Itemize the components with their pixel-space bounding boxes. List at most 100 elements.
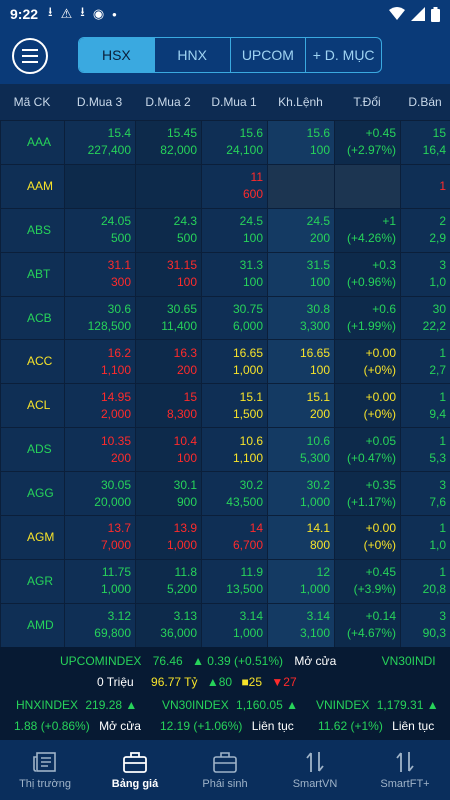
volume-value: 9,4 bbox=[429, 406, 446, 421]
volume-value: 200 bbox=[110, 450, 131, 465]
symbol-cell[interactable]: ACC bbox=[0, 340, 64, 384]
download-icon: ⭳ bbox=[48, 4, 53, 19]
app-header: HSX HNX UPCOM + D. MỤC bbox=[0, 28, 450, 84]
volume-value: 300 bbox=[110, 275, 131, 290]
symbol-cell[interactable]: ABT bbox=[0, 252, 64, 296]
table-row[interactable]: ADS 10.35 200 10.4 100 10.6 1,100 10.6 5,300 +0.0… bbox=[0, 427, 450, 472]
bid2-cell: 13.9 1,000 bbox=[135, 516, 201, 559]
table-row[interactable]: ACB 30.6 128,500 30.65 11,400 30.75 6,000 30.8 3… bbox=[0, 295, 450, 340]
col-bid1[interactable]: D.Mua 1 bbox=[201, 84, 267, 120]
price-value: 31.3 bbox=[239, 258, 263, 273]
table-row[interactable]: AGR 11.75 1,000 11.8 5,200 11.9 13,500 12 1,000 +… bbox=[0, 558, 450, 603]
price-value: 15.45 bbox=[166, 126, 197, 141]
table-row[interactable]: AGG 30.05 20,000 30.1 900 30.2 43,500 30.2 1,000… bbox=[0, 471, 450, 516]
symbol-cell[interactable]: ACB bbox=[0, 296, 64, 340]
change-cell: +0.00 (+0%) bbox=[334, 340, 400, 384]
battery-icon bbox=[431, 6, 440, 22]
col-change[interactable]: T.Đổi bbox=[334, 84, 400, 120]
volume-value: (+4.26%) bbox=[346, 231, 396, 246]
price-value: 10.4 bbox=[173, 433, 197, 448]
volume-value: (+0%) bbox=[363, 406, 396, 421]
price-value: 3 bbox=[439, 609, 446, 624]
volume-value: 2,9 bbox=[429, 231, 446, 246]
volume-value: 100 bbox=[242, 231, 263, 246]
symbol-cell[interactable]: ABS bbox=[0, 208, 64, 252]
status-bar: 9:22 ⭳ ⚠ ⭳ ◉ • bbox=[0, 0, 450, 28]
upcom-index-change: ▲ 0.39 (+0.51%) bbox=[192, 654, 283, 668]
vn30-index-change: 12.19 (+1.06%) bbox=[160, 719, 243, 733]
table-row[interactable]: ABS 24.05 500 24.3 500 24.5 100 24.5 200 +1 (+4.26… bbox=[0, 207, 450, 252]
nav-price-board[interactable]: Bảng giá bbox=[90, 740, 180, 800]
col-bid2[interactable]: D.Mua 2 bbox=[135, 84, 201, 120]
price-value: 15.1 bbox=[239, 389, 263, 404]
tab-add-list[interactable]: + D. MỤC bbox=[306, 38, 381, 72]
volume-value: 100 bbox=[242, 275, 263, 290]
nav-smartft[interactable]: SmartFT+ bbox=[360, 740, 450, 800]
price-value: 14 bbox=[249, 521, 263, 536]
table-row[interactable]: AGM 13.7 7,000 13.9 1,000 14 6,700 14.1 800 +0.00… bbox=[0, 515, 450, 559]
volume-value: 69,800 bbox=[94, 626, 131, 641]
table-row[interactable]: AMD 3.12 69,800 3.13 36,000 3.14 1,000 3.14 3,10… bbox=[0, 602, 450, 647]
symbol-cell[interactable]: ACL bbox=[0, 384, 64, 428]
symbol-cell[interactable]: AGR bbox=[0, 559, 64, 603]
tab-hnx[interactable]: HNX bbox=[155, 38, 231, 72]
price-value: +0.14 bbox=[365, 609, 396, 624]
vn30-index-partial: VN30INDI bbox=[381, 654, 436, 668]
col-bid3[interactable]: D.Mua 3 bbox=[64, 84, 135, 120]
volume-value: 200 bbox=[176, 362, 197, 377]
change-cell: +1 (+4.26%) bbox=[334, 208, 400, 252]
col-symbol[interactable]: Mã CK bbox=[0, 84, 64, 120]
change-cell: +0.6 (+1.99%) bbox=[334, 296, 400, 340]
price-value: 12 bbox=[316, 565, 330, 580]
bid3-cell: 11.75 1,000 bbox=[64, 559, 135, 603]
bid2-cell bbox=[135, 164, 201, 208]
table-row[interactable]: ABT 31.1 300 31.15 100 31.3 100 31.5 100 +0.3 (+0.… bbox=[0, 251, 450, 296]
volume-value: 20,000 bbox=[94, 494, 131, 509]
price-board[interactable]: Mã CK D.Mua 3 D.Mua 2 D.Mua 1 Kh.Lệnh T.… bbox=[0, 84, 450, 647]
change-cell: +0.45 (+3.9%) bbox=[334, 559, 400, 603]
volume-value: 200 bbox=[309, 231, 330, 246]
nav-derivatives[interactable]: Phái sinh bbox=[180, 740, 270, 800]
table-row[interactable]: ACC 16.2 1,100 16.3 200 16.65 1,000 16.65 100 +0.… bbox=[0, 339, 450, 384]
table-row[interactable]: ACL 14.95 2,000 15 8,300 15.1 1,500 15.1 200 +0.0… bbox=[0, 383, 450, 428]
price-value: +0.6 bbox=[372, 302, 396, 316]
symbol-cell[interactable]: AAA bbox=[0, 121, 64, 164]
price-value: 11.9 bbox=[240, 565, 263, 580]
change-cell: +0.14 (+4.67%) bbox=[334, 603, 400, 647]
tab-upcom[interactable]: UPCOM bbox=[231, 38, 307, 72]
symbol-cell[interactable]: AMD bbox=[0, 603, 64, 647]
matched-cell: 15.1 200 bbox=[267, 384, 334, 428]
hnx-index-name: HNXINDEX bbox=[16, 698, 79, 712]
volume-value: 3,100 bbox=[299, 626, 330, 641]
change-cell: +0.00 (+0%) bbox=[334, 516, 400, 559]
bid1-cell: 10.6 1,100 bbox=[201, 428, 267, 472]
price-value: 1 bbox=[439, 389, 446, 404]
tab-hsx[interactable]: HSX bbox=[79, 38, 155, 72]
table-row[interactable]: AAM 11 600 1 bbox=[0, 163, 450, 208]
volume-value: 20,8 bbox=[422, 582, 446, 597]
col-matched[interactable]: Kh.Lệnh bbox=[267, 84, 334, 120]
bid1-cell: 16.65 1,000 bbox=[201, 340, 267, 384]
menu-button[interactable] bbox=[12, 38, 48, 74]
app-notification-icon: ◉ bbox=[92, 6, 105, 21]
symbol-cell[interactable]: AAM bbox=[0, 164, 64, 208]
price-value: 31.5 bbox=[306, 258, 330, 273]
price-value: 15.6 bbox=[306, 126, 330, 141]
bid1-cell: 11 600 bbox=[201, 164, 267, 208]
price-value: 30.75 bbox=[232, 302, 263, 316]
bid2-cell: 30.65 11,400 bbox=[135, 296, 201, 340]
nav-market[interactable]: Thị trường bbox=[0, 740, 90, 800]
symbol-cell[interactable]: AGG bbox=[0, 472, 64, 516]
table-row[interactable]: AAA 15.4 227,400 15.45 82,000 15.6 24,100 15.6 1… bbox=[0, 120, 450, 164]
nav-smartvn[interactable]: SmartVN bbox=[270, 740, 360, 800]
symbol-cell[interactable]: AGM bbox=[0, 516, 64, 559]
price-value: 1 bbox=[439, 521, 446, 536]
price-value: 13.7 bbox=[107, 521, 131, 536]
bid2-cell: 24.3 500 bbox=[135, 208, 201, 252]
col-ask[interactable]: D.Bán bbox=[400, 84, 450, 120]
symbol-cell[interactable]: ADS bbox=[0, 428, 64, 472]
price-value: 15.1 bbox=[306, 389, 330, 404]
bid3-cell: 15.4 227,400 bbox=[64, 121, 135, 164]
index-ticker[interactable]: UPCOMINDEX 76.46 ▲ 0.39 (+0.51%) Mở cửa … bbox=[0, 647, 450, 740]
upcom-index-status: Mở cửa bbox=[294, 654, 337, 668]
